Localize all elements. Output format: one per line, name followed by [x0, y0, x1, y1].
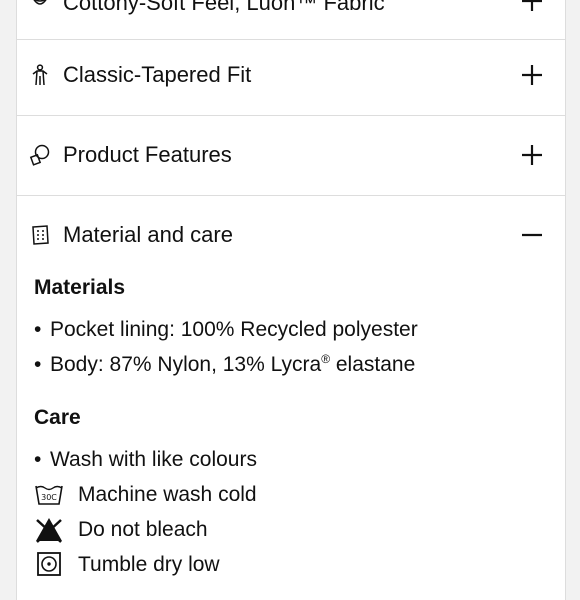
registered-mark: ®	[321, 352, 331, 366]
list-item: • Pocket lining: 100% Recycled polyester	[34, 317, 418, 343]
care-text: Wash with like colours	[50, 448, 257, 471]
plus-icon[interactable]	[521, 0, 543, 12]
accordion-item-label: Classic-Tapered Fit	[63, 62, 252, 87]
wash-30c-icon: 30C	[35, 485, 63, 505]
accordion-item-label: Product Features	[63, 142, 232, 167]
plus-icon[interactable]	[521, 144, 543, 166]
fabric-icon	[33, 0, 47, 5]
accordion-item-fabric[interactable]: Cottony-Soft Feel, Luon™ Fabric	[17, 0, 565, 40]
do-not-bleach-icon	[36, 518, 62, 543]
material-text: Pocket lining: 100% Recycled polyester	[50, 318, 418, 341]
minus-icon[interactable]	[521, 224, 543, 246]
wash-temp-label: 30C	[41, 493, 57, 502]
bullet: •	[34, 448, 42, 471]
material-text: Body: 87% Nylon, 13% Lycra	[50, 353, 322, 376]
care-text: Tumble dry low	[78, 553, 220, 576]
care-heading: Care	[34, 406, 81, 429]
tumble-dry-low-icon	[37, 552, 61, 576]
list-item: • Body: 87% Nylon, 13% Lycra® elastane	[34, 352, 415, 378]
accordion-item-material-care[interactable]: Material and care	[17, 196, 565, 275]
bullet: •	[34, 353, 42, 376]
care-text: Machine wash cold	[78, 483, 257, 506]
features-icon	[29, 144, 50, 166]
accordion-item-label: Cottony-Soft Feel, Luon™ Fabric	[63, 0, 385, 15]
material-text-suffix: elastane	[330, 353, 416, 376]
product-details-accordion: Cottony-Soft Feel, Luon™ Fabric Classic-…	[16, 0, 566, 600]
material-tag-icon	[32, 225, 49, 245]
accordion-item-features[interactable]: Product Features	[17, 116, 565, 196]
care-text: Do not bleach	[78, 518, 208, 541]
bullet: •	[34, 318, 42, 341]
plus-icon[interactable]	[521, 64, 543, 86]
accordion-item-fit[interactable]: Classic-Tapered Fit	[17, 36, 565, 116]
figure-fit-icon	[32, 64, 48, 86]
materials-heading: Materials	[34, 276, 126, 299]
list-item: • Wash with like colours	[34, 447, 257, 473]
accordion-item-label: Material and care	[63, 222, 233, 247]
